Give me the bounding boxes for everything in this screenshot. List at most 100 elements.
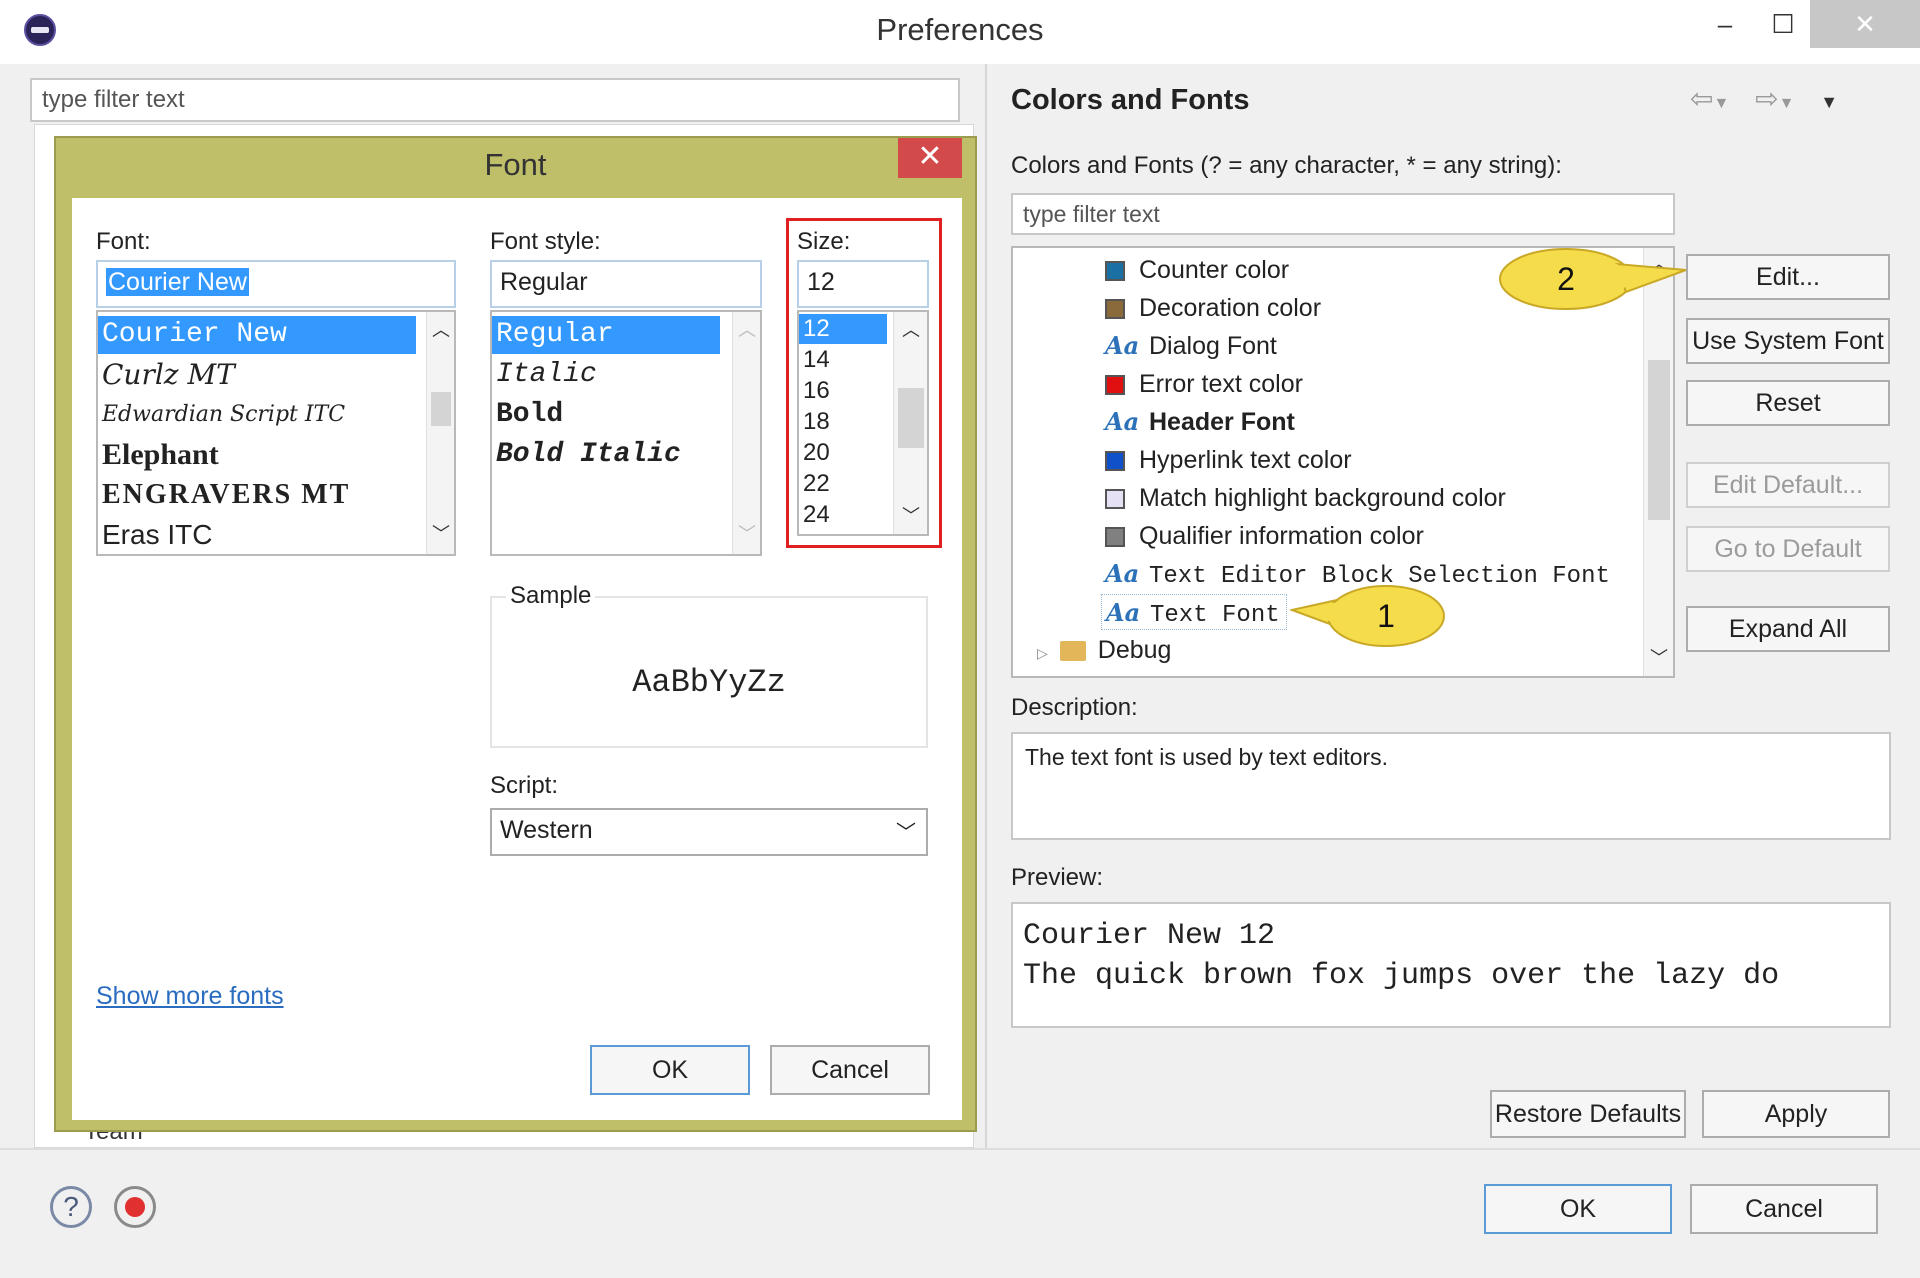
font-name-input[interactable]: Courier New: [96, 260, 456, 308]
apply-button[interactable]: Apply: [1702, 1090, 1890, 1138]
preview-label: Preview:: [1011, 864, 1104, 891]
preview-line-2: The quick brown fox jumps over the lazy …: [1023, 959, 1780, 993]
tree-scrollbar[interactable]: ︿ ﹀: [1643, 248, 1673, 676]
expand-arrow-icon[interactable]: ▷: [1037, 645, 1048, 661]
preview-box: Courier New 12 The quick brown fox jumps…: [1011, 902, 1891, 1028]
tree-item-hyperlink-text-color[interactable]: Hyperlink text color: [1105, 442, 1352, 478]
forward-menu-icon[interactable]: ▼: [1779, 95, 1795, 112]
scroll-thumb[interactable]: [1648, 360, 1670, 520]
cancel-button[interactable]: Cancel: [1690, 1184, 1878, 1234]
font-style-list[interactable]: Regular Italic Bold Bold Italic ︿ ﹀: [490, 310, 762, 556]
tree-item-dialog-font[interactable]: Aa Dialog Font: [1105, 328, 1277, 364]
scroll-down-icon[interactable]: ﹀: [427, 520, 454, 546]
style-item-regular[interactable]: Regular: [492, 316, 720, 354]
font-style-input[interactable]: Regular: [490, 260, 762, 308]
script-value: Western: [500, 816, 593, 844]
edit-button[interactable]: Edit...: [1686, 254, 1890, 300]
record-icon[interactable]: [114, 1186, 156, 1228]
size-item-20[interactable]: 20: [799, 437, 830, 468]
tree-item-header-font[interactable]: Aa Header Font: [1105, 404, 1295, 440]
style-list-scrollbar[interactable]: ︿ ﹀: [732, 312, 760, 554]
navigation-arrows: ⇦▼ ⇨▼ ▼: [1690, 82, 1838, 115]
tree-item-counter-color[interactable]: Counter color: [1105, 252, 1289, 288]
description-label: Description:: [1011, 694, 1138, 721]
font-name-value: Courier New: [106, 268, 249, 296]
tree-item-match-highlight-color[interactable]: Match highlight background color: [1105, 480, 1506, 516]
size-list[interactable]: 12 14 16 18 20 22 24 ︿ ﹀: [797, 310, 929, 536]
size-item-14[interactable]: 14: [799, 344, 830, 375]
color-swatch-icon: [1105, 261, 1125, 281]
font-item-engravers[interactable]: ENGRAVERS MT: [98, 476, 350, 514]
panel-divider: [985, 64, 987, 1150]
size-list-scrollbar[interactable]: ︿ ﹀: [893, 312, 927, 534]
tree-item-error-text-color[interactable]: Error text color: [1105, 366, 1303, 402]
size-item-12[interactable]: 12: [799, 314, 887, 344]
back-menu-icon[interactable]: ▼: [1713, 95, 1729, 112]
scroll-down-icon[interactable]: ﹀: [1644, 644, 1673, 670]
scroll-down-icon[interactable]: ﹀: [733, 520, 760, 546]
font-item-edwardian[interactable]: Edwardian Script ITC: [98, 396, 345, 434]
edit-default-button[interactable]: Edit Default...: [1686, 462, 1890, 508]
tree-item-decoration-color[interactable]: Decoration color: [1105, 290, 1321, 326]
size-item-22[interactable]: 22: [799, 468, 830, 499]
help-icon[interactable]: ?: [50, 1186, 92, 1228]
font-style-label: Font style:: [490, 228, 601, 255]
font-cancel-button[interactable]: Cancel: [770, 1045, 930, 1095]
go-to-default-button[interactable]: Go to Default: [1686, 526, 1890, 572]
tree-item-qualifier-color[interactable]: Qualifier information color: [1105, 518, 1424, 554]
scroll-thumb[interactable]: [898, 388, 924, 448]
font-aa-icon: Aa: [1106, 598, 1141, 627]
view-menu-icon[interactable]: ▼: [1820, 92, 1838, 112]
style-item-bold[interactable]: Bold: [492, 396, 563, 434]
maximize-button[interactable]: ☐: [1748, 0, 1818, 48]
forward-arrow-icon[interactable]: ⇨: [1755, 83, 1778, 114]
font-dialog-title: Font: [484, 147, 547, 182]
style-item-bold-italic[interactable]: Bold Italic: [492, 436, 681, 474]
scroll-up-icon[interactable]: ︿: [894, 316, 927, 342]
scroll-down-icon[interactable]: ﹀: [894, 502, 927, 528]
description-text: The text font is used by text editors.: [1025, 744, 1389, 770]
colors-fonts-filter-label: Colors and Fonts (? = any character, * =…: [1011, 152, 1562, 179]
page-title: Colors and Fonts: [1011, 84, 1250, 116]
scroll-up-icon[interactable]: ︿: [733, 316, 760, 342]
show-more-fonts-link[interactable]: Show more fonts: [96, 982, 284, 1011]
preferences-filter-input[interactable]: type filter text: [30, 78, 960, 122]
ok-button[interactable]: OK: [1484, 1184, 1672, 1234]
tree-item-text-font[interactable]: Aa Text Font: [1101, 594, 1287, 630]
font-aa-icon: Aa: [1105, 559, 1140, 588]
font-ok-button[interactable]: OK: [590, 1045, 750, 1095]
font-item-eras[interactable]: Eras ITC: [98, 516, 212, 554]
use-system-font-button[interactable]: Use System Font: [1686, 318, 1890, 364]
preview-line-1: Courier New 12: [1023, 919, 1276, 953]
size-item-16[interactable]: 16: [799, 375, 830, 406]
script-select[interactable]: Western ﹀: [490, 808, 928, 856]
script-label: Script:: [490, 772, 559, 799]
font-dialog-close-button[interactable]: ✕: [898, 138, 962, 178]
sample-label: Sample: [506, 582, 596, 610]
folder-icon: [1059, 641, 1086, 661]
font-list-scrollbar[interactable]: ︿ ﹀: [426, 312, 454, 554]
tree-item-debug[interactable]: ▷ Debug: [1037, 632, 1171, 668]
expand-all-button[interactable]: Expand All: [1686, 606, 1890, 652]
size-item-24[interactable]: 24: [799, 499, 830, 530]
font-list[interactable]: Courier New Curlz MT Edwardian Script IT…: [96, 310, 456, 556]
size-input[interactable]: 12: [797, 260, 929, 308]
font-item-elephant[interactable]: Elephant: [98, 436, 219, 474]
font-label: Font:: [96, 228, 151, 255]
scroll-up-icon[interactable]: ︿: [427, 316, 454, 342]
callout-1: 1: [1290, 585, 1445, 647]
reset-button[interactable]: Reset: [1686, 380, 1890, 426]
color-swatch-icon: [1105, 451, 1125, 471]
colors-fonts-filter-input[interactable]: type filter text: [1011, 193, 1675, 235]
back-arrow-icon[interactable]: ⇦: [1690, 83, 1713, 114]
scroll-thumb[interactable]: [431, 392, 451, 426]
font-item-curlz[interactable]: Curlz MT: [98, 356, 235, 394]
description-box: The text font is used by text editors.: [1011, 732, 1891, 840]
close-window-button[interactable]: ✕: [1810, 0, 1920, 48]
restore-defaults-button[interactable]: Restore Defaults: [1490, 1090, 1686, 1138]
font-item-courier-new[interactable]: Courier New: [98, 316, 416, 354]
size-item-18[interactable]: 18: [799, 406, 830, 437]
callout-2: 2: [1499, 248, 1687, 310]
font-aa-icon: Aa: [1105, 331, 1140, 360]
style-item-italic[interactable]: Italic: [492, 356, 597, 394]
